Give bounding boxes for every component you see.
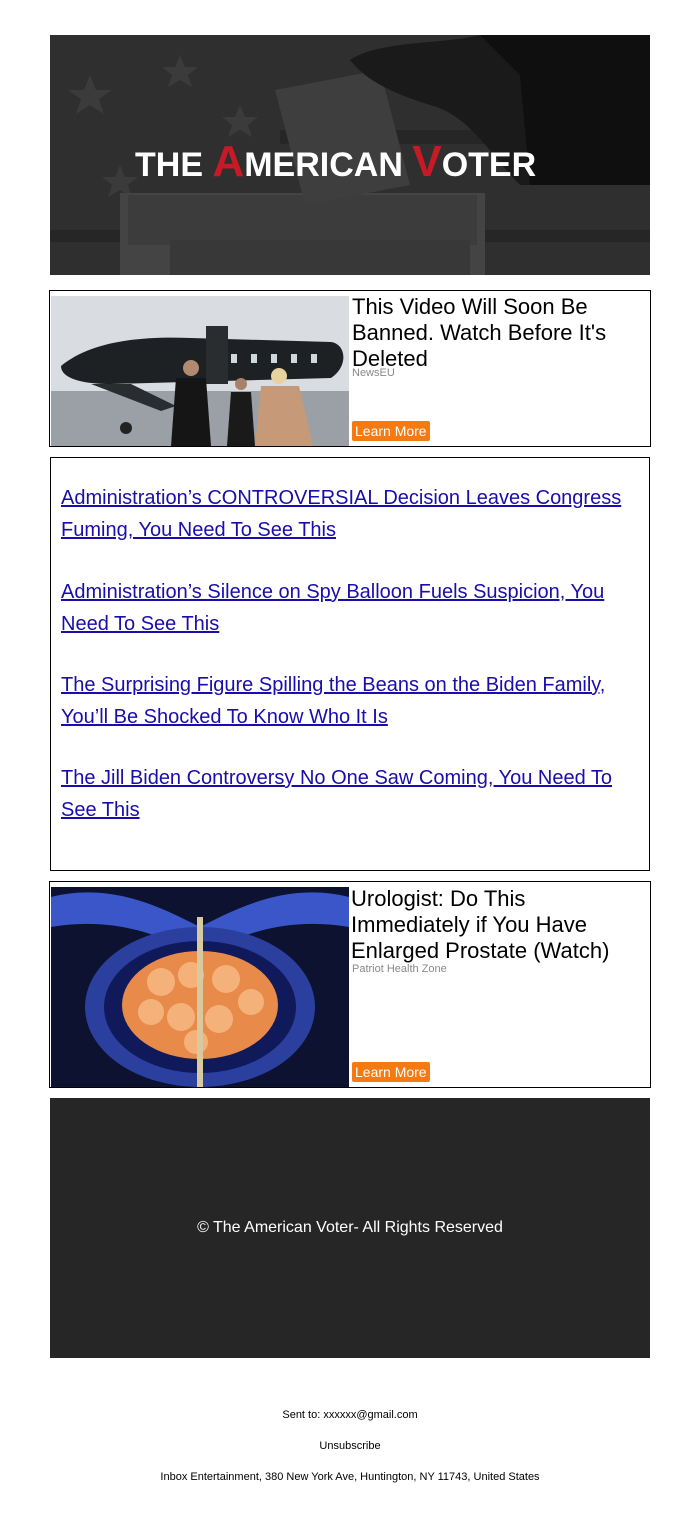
learn-more-button[interactable]: Learn More <box>352 1062 430 1082</box>
unsubscribe-link[interactable]: Unsubscribe <box>0 1439 700 1453</box>
header-banner: THE AMERICAN VOTER <box>50 35 650 275</box>
learn-more-button[interactable]: Learn More <box>352 421 430 441</box>
private-jet-image[interactable] <box>51 296 349 446</box>
headline-link[interactable]: Administration’s CONTROVERSIAL Decision … <box>61 482 641 546</box>
headline-link[interactable]: The Surprising Figure Spilling the Beans… <box>61 669 641 733</box>
headline-link[interactable]: The Jill Biden Controversy No One Saw Co… <box>61 762 641 826</box>
sponsored-ad-video[interactable]: This Video Will Soon Be Banned. Watch Be… <box>49 290 651 447</box>
ad-source: NewsEU <box>352 367 395 379</box>
ad-headline[interactable]: Urologist: Do This Immediately if You Ha… <box>351 886 646 964</box>
headline-link[interactable]: Administration’s Silence on Spy Balloon … <box>61 576 641 640</box>
ad-source: Patriot Health Zone <box>352 963 447 975</box>
footer-copyright-block: © The American Voter- All Rights Reserve… <box>50 1098 650 1358</box>
headline-links: Administration’s CONTROVERSIAL Decision … <box>50 457 650 871</box>
sent-to-text: Sent to: xxxxxx@gmail.com <box>282 1409 418 1421</box>
brand-logo: THE AMERICAN VOTER <box>135 137 537 186</box>
postal-address: Inbox Entertainment, 380 New York Ave, H… <box>160 1471 540 1483</box>
ad-headline[interactable]: This Video Will Soon Be Banned. Watch Be… <box>352 294 642 372</box>
sponsored-ad-health[interactable]: Urologist: Do This Immediately if You Ha… <box>49 881 651 1088</box>
copyright-text: © The American Voter- All Rights Reserve… <box>197 1219 503 1236</box>
prostate-illustration[interactable] <box>51 887 349 1087</box>
